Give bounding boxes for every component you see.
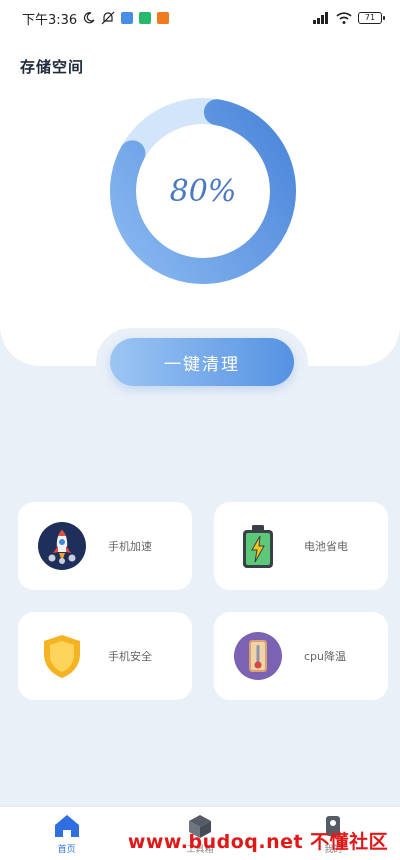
- tab-label-home: 首页: [57, 844, 76, 855]
- storage-card: 存储空间 80%: [0, 36, 400, 366]
- status-time: 下午3:36: [22, 12, 78, 28]
- tool-label: 手机加速: [108, 540, 152, 553]
- mute-bell-icon: [101, 11, 115, 25]
- wifi-icon: [336, 12, 352, 24]
- battery-charging-icon: [243, 525, 273, 568]
- thermometer-icon: [234, 632, 282, 680]
- shield-icon: [44, 635, 80, 678]
- tool-label: cpu降温: [304, 650, 347, 663]
- status-right: 71: [312, 12, 385, 24]
- tool-label: 电池省电: [304, 540, 348, 553]
- storage-ring: 80%: [108, 96, 298, 286]
- home-icon: [54, 814, 79, 837]
- tool-tile-battery-saver[interactable]: 电池省电: [214, 502, 388, 590]
- storage-usage-text: 80%: [169, 173, 237, 209]
- rocket-icon: [38, 522, 86, 570]
- signal-icon: [313, 12, 328, 24]
- status-left: 下午3:36: [22, 9, 170, 28]
- status-bar: 下午3:36 71: [0, 0, 400, 36]
- battery-icon: 71: [358, 12, 385, 24]
- tool-tile-cpu-cooling[interactable]: cpu降温: [214, 612, 388, 700]
- moon-icon: [84, 12, 95, 24]
- tool-label: 手机安全: [108, 650, 152, 663]
- notification-app-icon: [139, 12, 152, 24]
- tool-tile-speedup[interactable]: 手机加速: [18, 502, 192, 590]
- battery-level: 71: [364, 13, 376, 22]
- tab-home[interactable]: 首页: [27, 813, 107, 855]
- notification-app-icon: [157, 12, 170, 24]
- tool-tile-phone-security[interactable]: 手机安全: [18, 612, 192, 700]
- notification-app-icon: [121, 12, 134, 24]
- one-click-clean-button[interactable]: 一键清理: [110, 338, 294, 386]
- watermark-text: www.budoq.net 不懂社区: [127, 830, 389, 853]
- storage-title: 存储空间: [20, 58, 85, 76]
